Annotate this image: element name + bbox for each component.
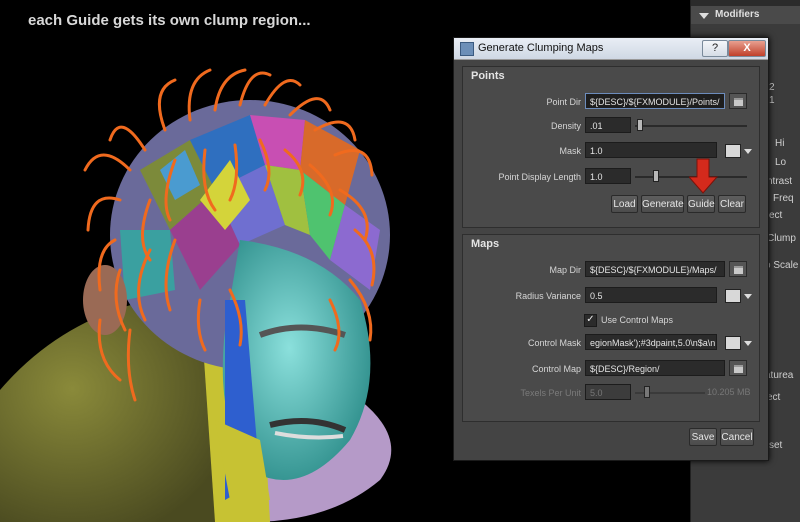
control-mask-dropdown-arrow-icon[interactable] [744,341,752,346]
control-map-browse-button[interactable] [729,360,747,376]
generate-button[interactable]: Generate [641,195,684,213]
mask-field[interactable]: 1.0 [585,142,717,158]
map-dir-browse-button[interactable] [729,261,747,277]
density-label: Density [550,121,581,131]
modifiers-header-label: Modifiers [715,9,760,20]
mask-label: Mask [559,146,581,156]
maps-section: Maps Map Dir ${DESC}/${FXMODULE}/Maps/ R… [462,234,760,422]
maps-section-title: Maps [471,238,500,250]
dialog-titlebar[interactable]: Generate Clumping Maps ? X [454,38,768,60]
clear-button[interactable]: Clear [718,195,746,213]
display-length-label: Point Display Length [498,172,581,182]
control-mask-field[interactable]: egionMask');#3dpaint,5.0\n$a\n [585,334,717,350]
folder-icon [734,266,743,274]
mask-dropdown-arrow-icon[interactable] [744,149,752,154]
radius-dropdown-arrow-icon[interactable] [744,294,752,299]
panel-label: aturea [765,370,794,381]
dialog-title: Generate Clumping Maps [478,42,604,54]
modifiers-header[interactable]: Modifiers [691,6,800,24]
map-dir-field[interactable]: ${DESC}/${FXMODULE}/Maps/ [585,261,725,277]
panel-label: ntrast [767,176,793,187]
density-field[interactable]: .01 [585,117,631,133]
panel-label: Clump [767,233,796,244]
density-slider-track[interactable] [635,125,747,127]
point-dir-field[interactable]: ${DESC}/${FXMODULE}/Points/ [585,93,725,109]
panel-label: ect [767,392,781,403]
use-control-maps-label: Use Control Maps [601,315,674,325]
control-map-label: Control Map [531,364,581,374]
density-slider-handle[interactable] [637,119,643,131]
points-section-title: Points [471,70,505,82]
load-button[interactable]: Load [611,195,638,213]
points-section: Points Point Dir ${DESC}/${FXMODULE}/Poi… [462,66,760,228]
folder-icon [734,98,743,106]
window-icon [460,42,474,56]
viewport-caption: each Guide gets its own clump region... [28,12,311,29]
radius-variance-label: Radius Variance [515,291,581,301]
collapse-triangle-icon [699,13,709,19]
texels-per-unit-field: 5.0 [585,384,631,400]
control-mask-label: Control Mask [527,338,581,348]
map-editor-icon[interactable] [725,144,741,158]
panel-label: Lo [775,157,787,168]
map-editor-icon[interactable] [725,289,741,303]
guide-button[interactable]: Guide [687,195,715,213]
texels-slider-handle [644,386,650,398]
map-dir-label: Map Dir [549,265,581,275]
point-dir-label: Point Dir [546,97,581,107]
generate-clumping-maps-dialog: Generate Clumping Maps ? X Points Point … [453,37,769,461]
use-control-maps-checkbox[interactable]: ✓ [584,314,597,327]
display-length-field[interactable]: 1.0 [585,168,631,184]
panel-label: set [769,440,783,451]
texels-per-unit-label: Texels Per Unit [520,388,581,398]
control-map-field[interactable]: ${DESC}/Region/ [585,360,725,376]
memory-readout: 10.205 MB [707,387,751,397]
panel-label: Freq [773,193,794,204]
display-length-slider-handle[interactable] [653,170,659,182]
red-arrow-icon [689,158,719,194]
help-button[interactable]: ? [702,40,728,57]
close-button[interactable]: X [728,40,766,57]
point-dir-browse-button[interactable] [729,93,747,109]
cancel-button[interactable]: Cancel [720,428,754,446]
panel-label: o Scale [765,260,799,271]
panel-label: ect [769,210,783,221]
panel-label: Hi [775,138,785,149]
radius-variance-field[interactable]: 0.5 [585,287,717,303]
save-button[interactable]: Save [689,428,717,446]
map-editor-icon[interactable] [725,336,741,350]
folder-icon [734,365,743,373]
panel-label: 1 [769,95,775,106]
panel-label: 2 [769,82,775,93]
